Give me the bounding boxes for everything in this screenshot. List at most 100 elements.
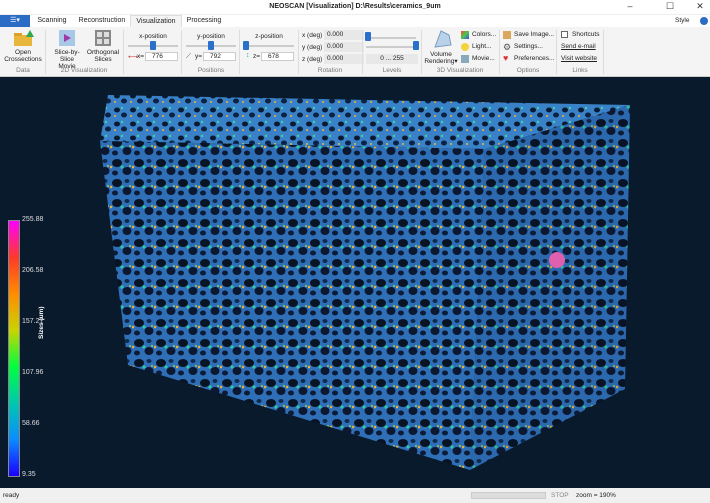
title-bar: NEOSCAN [Visualization] D:\Results\ceram… xyxy=(0,0,710,15)
divider xyxy=(45,30,46,74)
x-position-label: x-position xyxy=(139,33,167,40)
status-text: ready xyxy=(3,492,20,499)
y-position-spinner[interactable]: 792 xyxy=(203,52,236,61)
orthogonal-slices-icon xyxy=(95,30,111,46)
rot-z-field[interactable]: 0.000 xyxy=(324,54,364,64)
rot-x-label: x (deg) : xyxy=(302,32,326,39)
levels-range: 0 ... 255 xyxy=(366,54,418,64)
movie-button[interactable]: Movie... xyxy=(472,55,495,62)
z-axis-icon: ↕ xyxy=(246,52,250,59)
z-position-label: z-position xyxy=(255,33,283,40)
colors-button[interactable]: Colors... xyxy=(472,31,496,38)
colorbar xyxy=(8,220,20,477)
colorbar-tick-label: 255.88 xyxy=(22,216,44,223)
zoom-readout: zoom = 190% xyxy=(576,492,616,499)
minimize-button[interactable]: – xyxy=(620,1,640,13)
group-label-links: Links xyxy=(572,67,588,74)
volume-render[interactable] xyxy=(0,77,710,488)
tab-visualization[interactable]: Visualization xyxy=(130,15,182,27)
open-crossections-button[interactable]: Open Crossections xyxy=(4,29,42,63)
slice-movie-button[interactable]: Slice-by-Slice Movie xyxy=(48,29,86,70)
levels-high-slider[interactable] xyxy=(366,46,416,48)
rot-x-field[interactable]: 0.000 xyxy=(324,30,364,40)
colorbar-tick-label: 206.58 xyxy=(22,267,44,274)
z-position-spinner[interactable]: 678 xyxy=(261,52,294,61)
style-dropdown[interactable]: Style xyxy=(675,17,689,24)
settings-gear-icon: ⚙ xyxy=(503,42,512,52)
colorbar-tick-label: 58.66 xyxy=(22,420,40,427)
light-button[interactable]: Light... xyxy=(472,43,492,50)
save-image-icon xyxy=(503,31,511,39)
settings-button[interactable]: Settings... xyxy=(514,43,543,50)
progress-bar xyxy=(471,492,546,499)
maximize-button[interactable]: ☐ xyxy=(660,1,680,13)
slice-movie-icon xyxy=(59,30,75,46)
orthogonal-slices-button[interactable]: Orthogonal Slices xyxy=(86,29,120,63)
3d-viewport[interactable]: Sizes (um) 255.88 206.58 157.27 107.96 58.66… xyxy=(0,77,710,488)
ribbon: Open Crossections Data Slice-by-Slice Mo… xyxy=(0,27,710,77)
group-label-2d: 2D Visualization xyxy=(60,67,108,74)
rot-y-field[interactable]: 0.000 xyxy=(324,42,364,52)
z-position-slider[interactable] xyxy=(244,45,294,47)
group-label-positions: Positions xyxy=(197,67,225,74)
rot-z-label: z (deg) : xyxy=(302,56,326,63)
colorbar-tick-label: 157.27 xyxy=(22,318,44,325)
preferences-button[interactable]: Preferences... xyxy=(514,55,554,62)
stop-button[interactable]: STOP xyxy=(551,492,569,499)
z-slider-thumb[interactable] xyxy=(243,41,249,50)
volume-rendering-icon xyxy=(434,30,452,48)
divider xyxy=(298,30,299,74)
heart-icon: ♥ xyxy=(503,53,509,63)
divider xyxy=(123,30,124,74)
volume-rendering-button[interactable]: Volume Rendering▾ xyxy=(423,29,459,65)
tab-processing[interactable]: Processing xyxy=(184,15,224,27)
divider xyxy=(499,30,500,74)
y-prefix: y= xyxy=(195,53,203,60)
divider xyxy=(362,30,363,74)
ribbon-tabs: ☰▾ Scanning Reconstruction Visualization… xyxy=(0,15,710,27)
folder-open-icon xyxy=(14,30,34,46)
help-icon[interactable] xyxy=(700,17,708,25)
cube-right-face xyxy=(470,105,630,470)
levels-low-slider[interactable] xyxy=(366,37,416,39)
shortcuts-checkbox[interactable] xyxy=(561,31,568,38)
open-crossections-label: Open Crossections xyxy=(4,49,42,63)
levels-high-thumb[interactable] xyxy=(413,41,419,50)
x-slider-thumb[interactable] xyxy=(150,41,156,50)
colors-icon xyxy=(461,31,469,39)
volume-rendering-label: Volume Rendering▾ xyxy=(424,51,458,65)
levels-low-thumb[interactable] xyxy=(365,32,371,41)
x-prefix: x= xyxy=(137,53,145,60)
x-position-spinner[interactable]: 776 xyxy=(145,52,178,61)
colorbar-tick-label: 9.35 xyxy=(22,471,36,478)
y-position-label: y-position xyxy=(197,33,225,40)
visit-website-link[interactable]: Visit website xyxy=(561,55,597,62)
window-title: NEOSCAN [Visualization] D:\Results\ceram… xyxy=(269,3,441,10)
rot-y-label: y (deg) : xyxy=(302,44,326,51)
divider xyxy=(603,30,604,74)
divider xyxy=(556,30,557,74)
colorbar-tick-label: 107.96 xyxy=(22,369,44,376)
close-button[interactable]: ✕ xyxy=(690,1,710,13)
send-email-link[interactable]: Send e-mail xyxy=(561,43,596,50)
group-label-levels: Levels xyxy=(382,67,402,74)
group-label-data: Data xyxy=(16,67,30,74)
y-slider-thumb[interactable] xyxy=(208,41,214,50)
status-bar: ready STOP zoom = 190% xyxy=(0,488,710,503)
highlight-blob xyxy=(549,252,565,268)
light-bulb-icon xyxy=(461,43,469,51)
cube-front-face xyxy=(100,141,485,470)
y-axis-icon: ⟋ xyxy=(186,53,191,60)
shortcuts-label: Shortcuts xyxy=(572,31,600,38)
z-prefix: z= xyxy=(253,53,261,60)
group-label-rotation: Rotation xyxy=(317,67,343,74)
tab-scanning[interactable]: Scanning xyxy=(32,15,72,27)
app-menu-button[interactable]: ☰▾ xyxy=(0,15,30,27)
orthogonal-slices-label: Orthogonal Slices xyxy=(86,49,120,63)
divider xyxy=(421,30,422,74)
movie-icon xyxy=(461,55,469,63)
group-label-options: Options xyxy=(516,67,540,74)
group-label-3d: 3D Visualization xyxy=(436,67,484,74)
tab-reconstruction[interactable]: Reconstruction xyxy=(76,15,128,27)
save-image-button[interactable]: Save Image... xyxy=(514,31,554,38)
